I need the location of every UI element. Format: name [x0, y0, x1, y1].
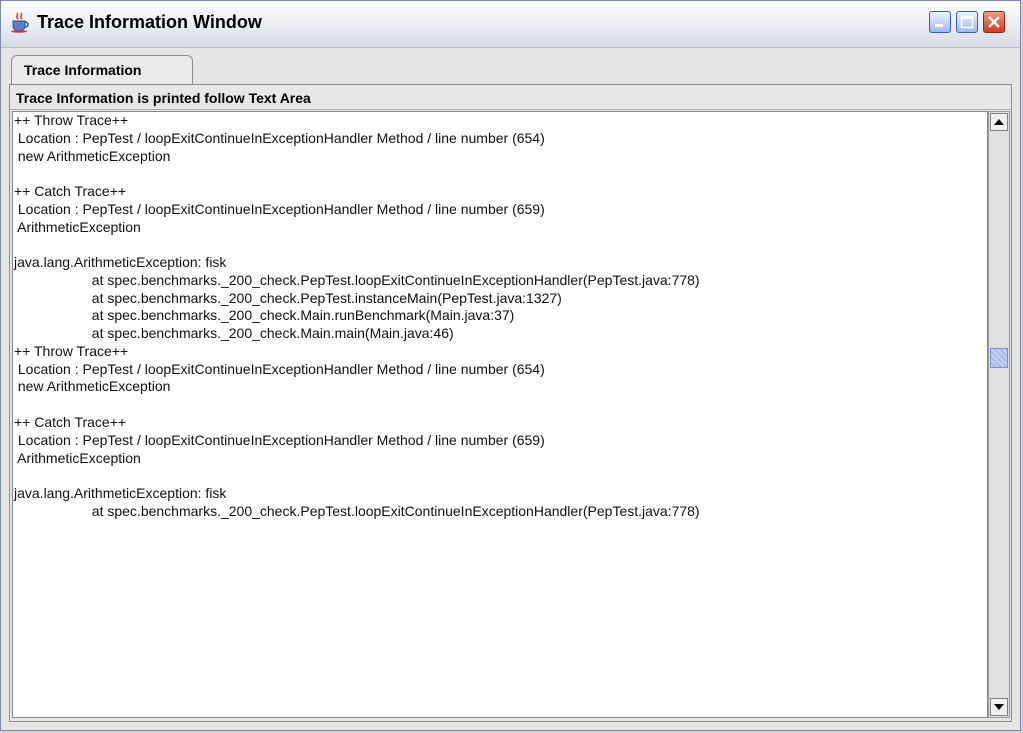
- maximize-icon: [960, 15, 974, 29]
- scroll-thumb[interactable]: [990, 348, 1008, 368]
- trace-line: ++ Catch Trace++: [14, 414, 127, 431]
- panel-header: Trace Information is printed follow Text…: [10, 85, 1011, 110]
- close-icon: [988, 16, 1000, 28]
- minimize-icon: [935, 24, 943, 27]
- trace-line: new ArithmeticException: [14, 378, 171, 395]
- arrow-up-icon: [994, 119, 1004, 125]
- trace-line: Location : PepTest / loopExitContinueInE…: [14, 431, 545, 448]
- title-bar[interactable]: Trace Information Window: [1, 1, 1020, 48]
- trace-information-window: Trace Information Window Trace Informati…: [0, 0, 1021, 731]
- trace-line: [13, 467, 987, 485]
- trace-line: ArithmeticException: [14, 218, 141, 235]
- trace-line: ++ Throw Trace++: [14, 342, 129, 359]
- trace-line: Location : PepTest / loopExitContinueInE…: [14, 360, 545, 377]
- trace-line: [13, 165, 987, 183]
- trace-line: java.lang.ArithmeticException: fisk: [14, 254, 227, 271]
- trace-line: java.lang.ArithmeticException: fisk: [14, 485, 227, 502]
- minimize-button[interactable]: [929, 11, 951, 33]
- trace-line: at spec.benchmarks._200_check.PepTest.lo…: [14, 271, 700, 288]
- tab-label: Trace Information: [24, 62, 142, 78]
- trace-panel: Trace Information is printed follow Text…: [9, 84, 1012, 722]
- window-title: Trace Information Window: [37, 12, 262, 32]
- trace-line: Location : PepTest / loopExitContinueInE…: [14, 200, 545, 217]
- window-content: Trace Information Trace Information is p…: [9, 51, 1012, 724]
- scroll-up-button[interactable]: [990, 113, 1008, 131]
- tab-trace-information[interactable]: Trace Information: [11, 55, 193, 85]
- trace-line: at spec.benchmarks._200_check.Main.main(…: [14, 325, 454, 342]
- trace-line: at spec.benchmarks._200_check.PepTest.in…: [14, 289, 562, 306]
- trace-line: new ArithmeticException: [14, 147, 171, 164]
- trace-line: ++ Catch Trace++: [14, 183, 127, 200]
- java-cup-icon: [9, 11, 31, 33]
- trace-line: at spec.benchmarks._200_check.PepTest.lo…: [14, 502, 700, 519]
- trace-line: Location : PepTest / loopExitContinueInE…: [14, 129, 545, 146]
- arrow-down-icon: [994, 704, 1004, 710]
- close-button[interactable]: [983, 11, 1005, 33]
- trace-line: ArithmeticException: [14, 449, 141, 466]
- scroll-down-button[interactable]: [990, 698, 1008, 716]
- trace-line: [13, 396, 987, 414]
- trace-line: at spec.benchmarks._200_check.Main.runBe…: [14, 307, 515, 324]
- vertical-scrollbar[interactable]: [988, 111, 1010, 718]
- trace-line: [13, 236, 987, 254]
- panel-header-text: Trace Information is printed follow Text…: [16, 90, 311, 106]
- maximize-button[interactable]: [956, 11, 978, 33]
- trace-text-area[interactable]: ++ Throw Trace++ Location : PepTest / lo…: [12, 111, 988, 718]
- trace-line: ++ Throw Trace++: [14, 112, 129, 128]
